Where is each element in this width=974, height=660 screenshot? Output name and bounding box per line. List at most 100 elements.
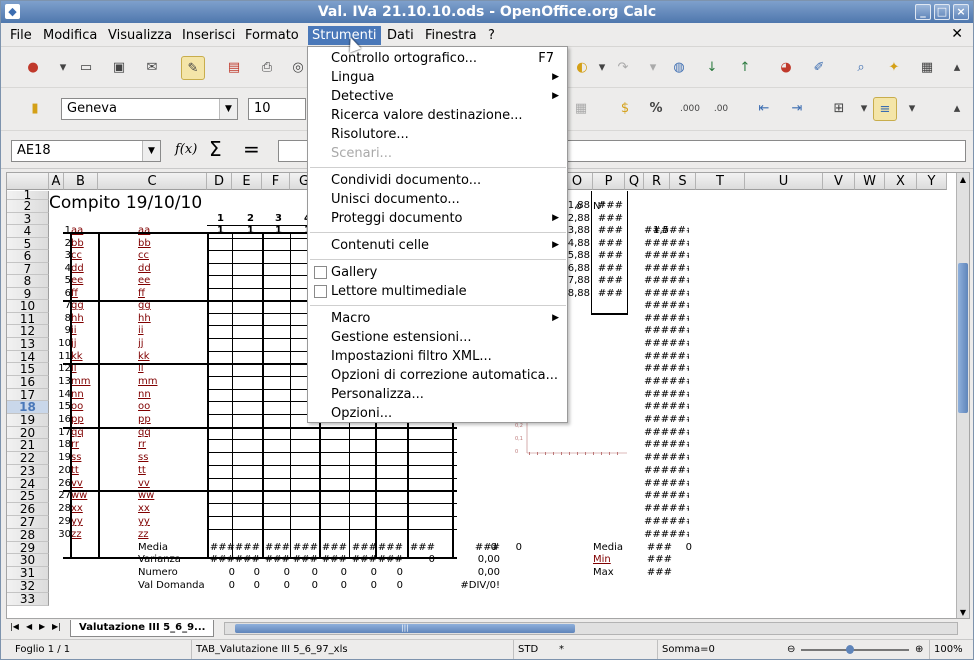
student-name-c[interactable]: cc: [138, 250, 198, 262]
column-header[interactable]: B: [64, 173, 98, 190]
sum-icon[interactable]: Σ: [209, 137, 222, 161]
student-name-c[interactable]: vv: [138, 478, 198, 490]
r-hash[interactable]: ######: [644, 250, 689, 262]
summary-label[interactable]: Varianza: [138, 554, 208, 566]
menu-item-personalizza[interactable]: Personalizza...: [309, 385, 566, 404]
zoom-out-icon[interactable]: ⊖: [783, 640, 795, 659]
decrease-indent-icon[interactable]: ⇤: [752, 97, 776, 121]
last-sheet-icon[interactable]: ▶|: [52, 622, 61, 631]
redo-icon[interactable]: ↷: [611, 56, 635, 80]
font-size-combo[interactable]: 10: [248, 98, 306, 120]
column-header[interactable]: U: [745, 173, 823, 190]
col-p-value[interactable]: ###: [595, 238, 623, 250]
print-icon[interactable]: ⎙: [255, 56, 279, 80]
stat-value[interactable]: ###: [644, 554, 672, 566]
horizontal-scrollbar[interactable]: |||: [224, 622, 958, 635]
menu-item-gallery[interactable]: Gallery: [309, 263, 566, 282]
summary-value[interactable]: 0,00: [452, 567, 500, 579]
student-number[interactable]: 30: [49, 529, 71, 541]
student-name-b[interactable]: nn: [71, 389, 97, 401]
minimize-button[interactable]: _: [915, 4, 931, 20]
menu-inserisci[interactable]: Inserisci: [178, 26, 239, 45]
chart-icon[interactable]: ◕: [774, 56, 798, 80]
student-number[interactable]: 1: [49, 225, 71, 237]
vertical-scroll-thumb[interactable]: [958, 263, 968, 413]
maximize-button[interactable]: □: [934, 4, 950, 20]
summary-value[interactable]: ###: [290, 542, 318, 554]
horizontal-scroll-thumb[interactable]: |||: [235, 624, 575, 633]
student-name-b[interactable]: zz: [71, 529, 97, 541]
currency-format-icon[interactable]: $: [613, 97, 637, 121]
summary-value[interactable]: ###: [349, 554, 377, 566]
column-header[interactable]: T: [696, 173, 745, 190]
student-name-b[interactable]: xx: [71, 503, 97, 515]
summary-value[interactable]: 0: [290, 567, 318, 579]
column-header[interactable]: E: [232, 173, 262, 190]
new-dropdown-icon[interactable]: ▾: [51, 56, 75, 80]
student-name-b[interactable]: mm: [71, 376, 97, 388]
student-number[interactable]: 15: [49, 401, 71, 413]
student-number[interactable]: 3: [49, 250, 71, 262]
edit-file-icon[interactable]: ✎: [181, 56, 205, 80]
checkbox-icon[interactable]: [314, 285, 327, 298]
font-name-combo[interactable]: Geneva ▼: [61, 98, 238, 120]
zoom-in-icon[interactable]: ⊕: [911, 640, 923, 659]
col-p-value[interactable]: ###: [595, 200, 623, 212]
summary-value[interactable]: 0: [375, 567, 403, 579]
menu-item-proteggi-documento[interactable]: Proteggi documento ▶: [309, 209, 566, 228]
stat-label[interactable]: Min: [593, 554, 633, 566]
summary-label[interactable]: Numero: [138, 567, 208, 579]
student-name-c[interactable]: xx: [138, 503, 198, 515]
chevron-down-icon[interactable]: ▼: [219, 99, 237, 119]
r-hash[interactable]: ######: [644, 300, 689, 312]
student-number[interactable]: 29: [49, 516, 71, 528]
toolbar-overflow-icon-2[interactable]: ▴: [949, 97, 965, 121]
r-hash[interactable]: ######: [644, 288, 689, 300]
student-number[interactable]: 16: [49, 414, 71, 426]
r-hash[interactable]: ######: [644, 325, 689, 337]
draw-functions-icon[interactable]: ✐: [807, 56, 831, 80]
col-p-value[interactable]: ###: [595, 275, 623, 287]
student-name-c[interactable]: yy: [138, 516, 198, 528]
summary-extra-n[interactable]: 0: [502, 542, 522, 554]
close-document-icon[interactable]: ✕: [951, 26, 963, 42]
question-weight[interactable]: 1: [232, 225, 254, 237]
r-hash[interactable]: ######: [644, 338, 689, 350]
new-document-icon[interactable]: ●: [21, 56, 45, 80]
summary-value[interactable]: ###: [319, 554, 347, 566]
vertical-scrollbar[interactable]: ▲ ▼: [956, 173, 969, 618]
toolbar-overflow-icon[interactable]: ▴: [949, 56, 965, 80]
menu-item-controllo-ortografico[interactable]: Controllo ortografico... F7: [309, 49, 566, 68]
chevron-down-icon[interactable]: ▼: [142, 141, 160, 161]
summary-label[interactable]: Val Domanda: [138, 580, 208, 592]
student-number[interactable]: 18: [49, 439, 71, 451]
zoom-slider[interactable]: [801, 645, 909, 654]
summary-value[interactable]: #DIV/0!: [452, 580, 500, 592]
prev-sheet-icon[interactable]: ◀: [26, 622, 32, 631]
next-sheet-icon[interactable]: ▶: [39, 622, 45, 631]
menu-visualizza[interactable]: Visualizza: [104, 26, 176, 45]
r-hash[interactable]: ######: [644, 503, 689, 515]
summary-value[interactable]: 0: [290, 580, 318, 592]
column-header[interactable]: F: [262, 173, 290, 190]
stat-label[interactable]: Media: [593, 542, 633, 554]
student-number[interactable]: 9: [49, 325, 71, 337]
summary-value[interactable]: ###: [232, 554, 260, 566]
sort-ascending-icon[interactable]: ↓: [700, 56, 724, 80]
menu-item-gestione-estensioni[interactable]: Gestione estensioni...: [309, 328, 566, 347]
summary-value[interactable]: 0: [349, 567, 377, 579]
student-name-c[interactable]: tt: [138, 465, 198, 477]
r-hash[interactable]: ######: [644, 490, 689, 502]
question-number[interactable]: 1: [207, 213, 224, 225]
student-name-b[interactable]: cc: [71, 250, 97, 262]
styles-icon[interactable]: ▮: [23, 97, 47, 121]
stat-extra[interactable]: 0: [672, 542, 692, 554]
r-hash[interactable]: ######: [644, 478, 689, 490]
student-number[interactable]: 8: [49, 313, 71, 325]
summary-value[interactable]: 0: [407, 554, 435, 566]
summary-value[interactable]: 0,00: [452, 554, 500, 566]
student-number[interactable]: 10: [49, 338, 71, 350]
name-box[interactable]: AE18 ▼: [11, 140, 161, 162]
summary-value[interactable]: 0: [207, 567, 235, 579]
student-name-c[interactable]: rr: [138, 439, 198, 451]
